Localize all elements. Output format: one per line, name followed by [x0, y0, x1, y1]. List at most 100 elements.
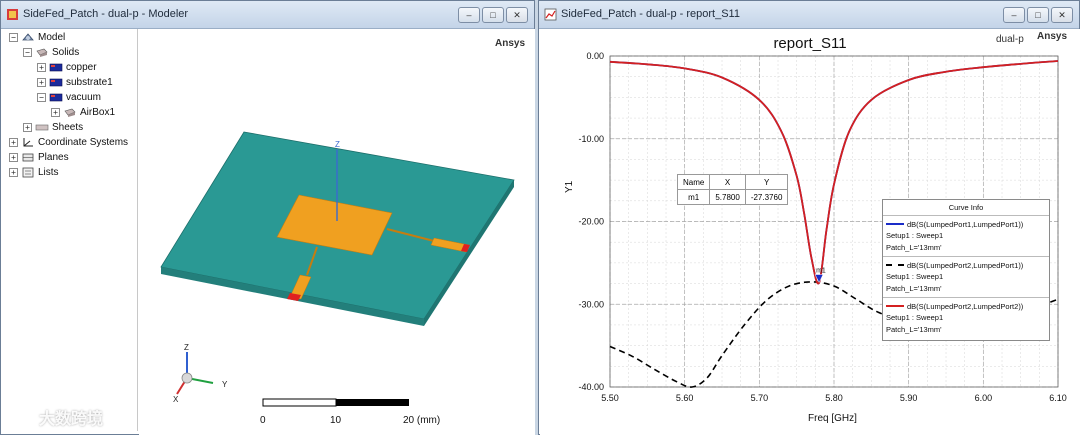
tree-label-planes: Planes [38, 151, 69, 163]
y-tick-label: 0.00 [586, 51, 604, 61]
window-title: SideFed_Patch - dual-p - report_S11 [561, 8, 740, 20]
legend-setup: Setup1 : Sweep1 [886, 272, 944, 281]
report-app-icon [544, 8, 557, 21]
legend-expr: dB(S(LumpedPort2,LumpedPort1)) [907, 260, 1024, 270]
copper-material-icon [49, 63, 63, 71]
solids-icon [36, 48, 48, 57]
tree-node-coordinate-systems[interactable]: + Coordinate Systems [9, 135, 128, 149]
triad-x-label: X [173, 395, 179, 404]
legend-entry[interactable]: dB(S(LumpedPort2,LumpedPort2)) Setup1 : … [883, 298, 1049, 339]
lists-icon [22, 167, 34, 177]
modeler-titlebar[interactable]: SideFed_Patch - dual-p - Modeler – □ ✕ [1, 1, 534, 29]
expand-icon[interactable]: + [9, 137, 18, 147]
tree-node-copper[interactable]: + copper [37, 60, 97, 74]
triad-origin [181, 372, 193, 384]
x-tick-label: 5.50 [601, 393, 619, 403]
tree-node-model[interactable]: − Model [9, 30, 65, 44]
tree-label-sheets: Sheets [52, 121, 84, 133]
x-tick-label: 5.60 [676, 393, 694, 403]
x-tick-label: 6.00 [975, 393, 993, 403]
tree-label-solids: Solids [52, 46, 80, 58]
ansys-app-icon [7, 9, 18, 20]
scale-label-20: 20 (mm) [403, 415, 441, 426]
marker-m1-label: m1 [816, 268, 826, 275]
legend-param: Patch_L='13mm' [886, 325, 942, 334]
marker-table-cell: 5.7800 [709, 189, 746, 205]
x-tick-label: 6.10 [1049, 393, 1067, 403]
triad-z-label: Z [184, 343, 189, 352]
report-titlebar[interactable]: SideFed_Patch - dual-p - report_S11 – □ … [539, 1, 1079, 29]
tree-node-vacuum[interactable]: − vacuum [37, 90, 101, 104]
expand-icon[interactable]: + [51, 107, 60, 117]
curve-info-title: Curve Info [883, 200, 1049, 216]
model-z-label: Z [335, 140, 340, 149]
scale-bar-black [336, 399, 409, 406]
y-tick-label: -40.00 [578, 382, 604, 392]
watermark: 大数跨境 [9, 405, 103, 429]
scale-label-0: 0 [260, 415, 266, 426]
legend-line-swatch [886, 264, 904, 266]
tree-label-coordinate-systems: Coordinate Systems [38, 136, 129, 148]
minimize-button[interactable]: – [458, 7, 480, 23]
triad-y-label: Y [222, 380, 228, 389]
sheets-icon [35, 124, 49, 130]
curve-info-legend[interactable]: Curve Info dB(S(LumpedPort1,LumpedPort1)… [882, 199, 1050, 341]
collapse-icon[interactable]: − [23, 47, 32, 57]
3d-modeler-viewport[interactable]: Ansys Z Z Y X 0 10 20 (mm) [139, 29, 535, 435]
x-tick-label: 5.70 [751, 393, 769, 403]
close-button[interactable]: ✕ [506, 7, 528, 23]
expand-icon[interactable]: + [37, 77, 46, 87]
tree-node-solids[interactable]: − Solids [23, 45, 79, 59]
collapse-icon[interactable]: − [37, 92, 46, 102]
y-tick-label: -20.00 [578, 217, 604, 227]
tree-label-model: Model [38, 31, 66, 43]
y-tick-label: -30.00 [578, 299, 604, 309]
substrate-material-icon [49, 78, 63, 86]
expand-icon[interactable]: + [9, 152, 18, 162]
legend-expr: dB(S(LumpedPort1,LumpedPort1)) [907, 219, 1024, 229]
legend-line-swatch [886, 305, 904, 307]
expand-icon[interactable]: + [9, 167, 18, 177]
maximize-button[interactable]: □ [1027, 7, 1049, 23]
marker-table-cell: m1 [676, 189, 711, 205]
collapse-icon[interactable]: − [9, 32, 18, 42]
tree-node-lists[interactable]: + Lists [9, 165, 59, 179]
window-title: SideFed_Patch - dual-p - Modeler [23, 8, 189, 20]
tree-node-substrate1[interactable]: + substrate1 [37, 75, 113, 89]
model-icon [22, 32, 34, 40]
minimize-button[interactable]: – [1003, 7, 1025, 23]
maximize-button[interactable]: □ [482, 7, 504, 23]
y-axis-label: Y1 [564, 180, 575, 193]
marker-table-header: Y [744, 174, 789, 190]
x-tick-label: 5.80 [825, 393, 843, 403]
marker-table[interactable]: Name X Y m1 5.7800 -27.3760 [676, 174, 789, 205]
scale-bar-white [262, 398, 337, 407]
watermark-logo-icon [10, 410, 34, 424]
marker-table-cell: -27.3760 [744, 189, 789, 205]
y-tick-label: -10.00 [578, 134, 604, 144]
model-3d-view: Z Z Y X [160, 131, 515, 407]
x-tick-label: 5.90 [900, 393, 918, 403]
tree-label-lists: Lists [38, 166, 59, 178]
expand-icon[interactable]: + [23, 122, 32, 132]
expand-icon[interactable]: + [37, 62, 46, 72]
legend-setup: Setup1 : Sweep1 [886, 313, 944, 322]
tree-node-planes[interactable]: + Planes [9, 150, 69, 164]
legend-param: Patch_L='13mm' [886, 284, 942, 293]
legend-entry[interactable]: dB(S(LumpedPort1,LumpedPort1)) Setup1 : … [883, 216, 1049, 257]
legend-param: Patch_L='13mm' [886, 243, 942, 252]
tree-node-sheets[interactable]: + Sheets [23, 120, 83, 134]
box-solid-icon [64, 108, 76, 117]
planes-icon [22, 153, 34, 161]
tree-node-airbox1[interactable]: + AirBox1 [51, 105, 115, 119]
modeler-window: SideFed_Patch - dual-p - Modeler – □ ✕ −… [0, 0, 535, 435]
scale-label-10: 10 [330, 415, 342, 426]
report-plot-area[interactable]: report_S11 dual-p Ansys 5.50 5.60 5.70 5.80… [540, 29, 1080, 435]
legend-entry[interactable]: dB(S(LumpedPort2,LumpedPort1)) Setup1 : … [883, 257, 1049, 298]
tree-label-vacuum: vacuum [66, 91, 102, 103]
watermark-text: 大数跨境 [39, 411, 104, 428]
x-axis-label: Freq [GHz] [808, 413, 857, 424]
legend-setup: Setup1 : Sweep1 [886, 231, 944, 240]
model-tree: − Model − Solids + copper + substrate1 −… [6, 29, 138, 431]
close-button[interactable]: ✕ [1051, 7, 1073, 23]
